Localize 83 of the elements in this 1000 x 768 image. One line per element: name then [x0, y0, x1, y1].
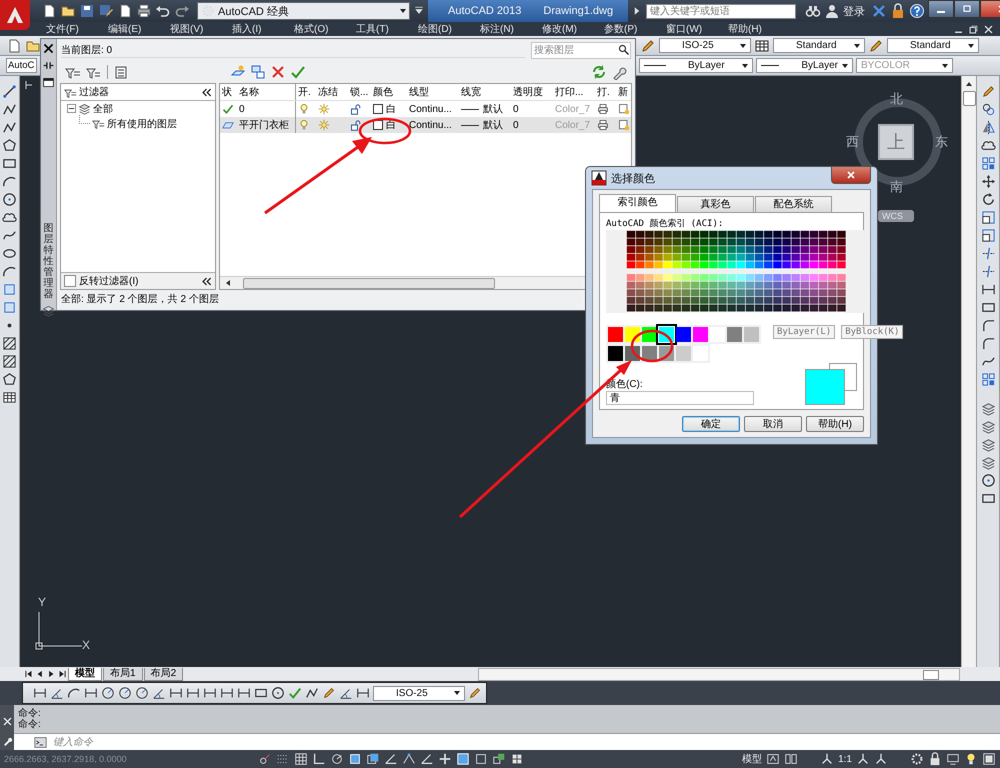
- sign-in-link[interactable]: 登录: [843, 4, 865, 18]
- menu-item[interactable]: 格式(O): [288, 22, 350, 36]
- column-header[interactable]: 锁...: [348, 84, 371, 100]
- menu-item[interactable]: 标注(N): [474, 22, 536, 36]
- workspace-dropdown[interactable]: AutoC: [6, 58, 37, 73]
- column-header[interactable]: 打印...: [553, 84, 595, 100]
- application-title: AutoCAD 2013: [448, 5, 522, 17]
- linetype-cell[interactable]: Continu...: [407, 101, 459, 117]
- linetype-dropdown[interactable]: ByLayer: [639, 58, 753, 73]
- column-header[interactable]: 线宽: [459, 84, 511, 100]
- column-header[interactable]: 状: [220, 84, 235, 100]
- coordinates-readout: 2666.2663, 2637.2918, 0.0000: [4, 754, 128, 764]
- transparency-cell[interactable]: 0: [511, 117, 553, 133]
- compass-label[interactable]: 南: [890, 180, 903, 194]
- transparency-cell[interactable]: 0: [511, 101, 553, 117]
- tree-item[interactable]: 全部: [93, 102, 113, 116]
- layout-tab[interactable]: 布局2: [144, 668, 184, 680]
- axis-label: Y: [38, 596, 46, 608]
- byblock-button[interactable]: ByBlock(K): [841, 325, 904, 339]
- menu-item[interactable]: 工具(T): [350, 22, 412, 36]
- dimension-style-dropdown[interactable]: ISO-25: [659, 38, 751, 53]
- layer-search-field[interactable]: 搜索图层: [531, 42, 631, 58]
- command-line-input[interactable]: 键入命令: [14, 733, 1000, 750]
- menu-item[interactable]: 编辑(E): [102, 22, 164, 36]
- compass-label[interactable]: 东: [935, 135, 948, 149]
- lineweight-cell[interactable]: 默认: [483, 118, 503, 132]
- dialog-title: 选择颜色: [611, 172, 655, 186]
- lineweight-dropdown[interactable]: ByLayer: [756, 58, 853, 73]
- dialog-button[interactable]: 确定: [682, 416, 740, 432]
- lineweight-cell[interactable]: 默认: [483, 102, 503, 116]
- axis-label: X: [82, 639, 90, 651]
- palette-title: 图层特性管理器: [44, 223, 54, 300]
- plot-style-cell-text: Color_7: [554, 118, 592, 132]
- dialog-tab[interactable]: 索引颜色: [599, 194, 676, 212]
- layout-tab[interactable]: 布局1: [103, 668, 143, 680]
- annotation-scale-dropdown[interactable]: 1:1: [838, 754, 852, 764]
- column-header[interactable]: 冻结: [316, 84, 348, 100]
- layer-status-text: 全部: 显示了 2 个图层，共 2 个图层: [60, 292, 220, 307]
- search-input[interactable]: 搜索图层: [534, 44, 618, 56]
- layer-row[interactable]: 平开门衣柜 白 Continu... 默认 0 Color_7: [220, 117, 631, 133]
- menu-item[interactable]: 窗口(W): [660, 22, 722, 36]
- bylayer-button[interactable]: ByLayer(L): [773, 325, 836, 339]
- column-header[interactable]: 线型: [407, 84, 459, 100]
- command-history-line: 命令:: [17, 719, 42, 730]
- column-header[interactable]: 打.: [595, 84, 616, 100]
- compass-label[interactable]: 北: [890, 92, 903, 106]
- dimension-style-dropdown[interactable]: ISO-25: [373, 686, 465, 700]
- multileader-style-dropdown[interactable]: Standard: [887, 38, 979, 53]
- compass-label[interactable]: 西: [846, 135, 859, 149]
- column-header[interactable]: 新: [616, 84, 631, 100]
- dialog-tab[interactable]: 真彩色: [677, 196, 754, 212]
- menu-item[interactable]: 修改(M): [536, 22, 598, 36]
- table-style-dropdown[interactable]: Standard: [773, 38, 865, 53]
- plot-style-cell-text: Color_7: [554, 102, 592, 116]
- menu-item[interactable]: 插入(I): [226, 22, 288, 36]
- column-header[interactable]: 开.: [296, 84, 316, 100]
- menu-item[interactable]: 参数(P): [598, 22, 660, 36]
- current-layer-label: 当前图层: 0: [61, 42, 525, 58]
- document-title: Drawing1.dwg: [543, 5, 614, 17]
- column-header[interactable]: 颜色: [371, 84, 407, 100]
- menu-item[interactable]: 帮助(H): [722, 22, 784, 36]
- command-input-field[interactable]: 键入命令: [51, 736, 1000, 748]
- menu-item[interactable]: 视图(V): [164, 22, 226, 36]
- command-history-line: 命令:: [17, 708, 42, 719]
- filter-tree-header: 过滤器: [79, 86, 109, 99]
- color-name[interactable]: 白: [386, 102, 396, 116]
- menu-item[interactable]: 文件(F): [40, 22, 102, 36]
- layout-tab[interactable]: 模型: [68, 668, 102, 680]
- color-name[interactable]: 白: [386, 118, 396, 132]
- dialog-tab[interactable]: 配色系统: [755, 196, 832, 212]
- palette-label: AutoCAD 颜色索引 (ACI):: [606, 218, 724, 228]
- layer-name: 平开门衣柜: [235, 117, 296, 133]
- model-space-button[interactable]: 模型: [742, 752, 762, 766]
- column-header[interactable]: 透明度: [511, 84, 553, 100]
- workspace-dropdown[interactable]: AutoCAD 经典: [197, 2, 410, 20]
- linetype-cell[interactable]: Continu...: [407, 117, 459, 133]
- search-field[interactable]: 键入关键字或短语: [646, 4, 796, 18]
- column-header[interactable]: 名称: [235, 84, 296, 100]
- tree-item[interactable]: 所有使用的图层: [107, 116, 177, 130]
- dialog-button[interactable]: 帮助(H): [806, 416, 864, 432]
- menu-item[interactable]: 绘图(D): [412, 22, 474, 36]
- dialog-button[interactable]: 取消: [744, 416, 802, 432]
- color-name-field[interactable]: 青: [606, 391, 754, 405]
